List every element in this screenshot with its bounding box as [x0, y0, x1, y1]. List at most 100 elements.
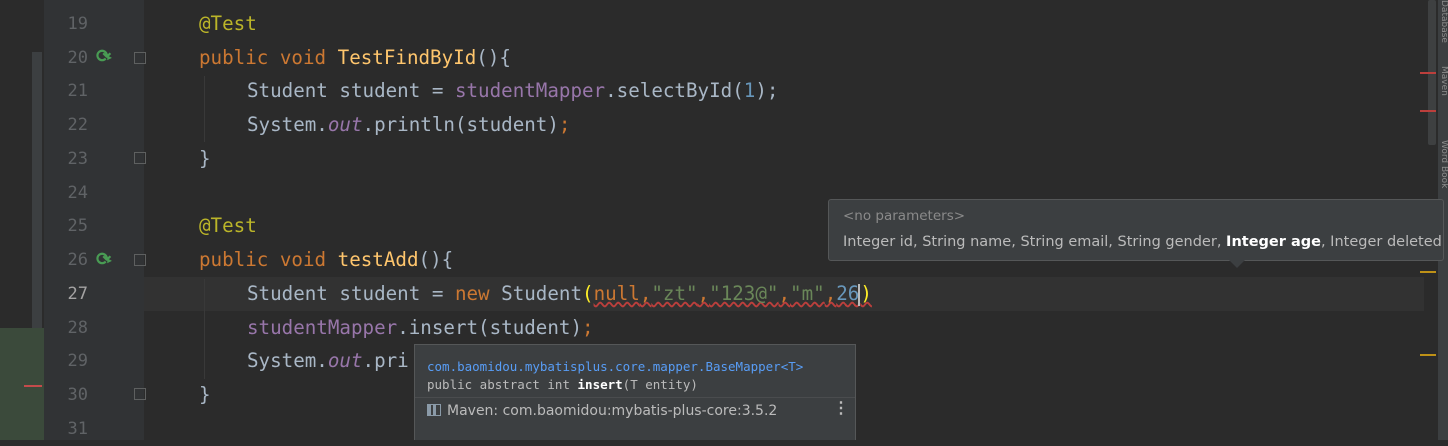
- line-number: 19: [67, 14, 88, 34]
- error-stripe-mark[interactable]: [1420, 110, 1436, 112]
- code-text: ;: [558, 113, 571, 136]
- matched-paren: ): [860, 282, 872, 305]
- line-number: 22: [67, 115, 88, 135]
- error-marker: [24, 385, 42, 387]
- doc-library: Maven: com.baomidou:mybatis-plus-core:3.…: [427, 403, 777, 419]
- tool-tab-database[interactable]: Database: [1439, 0, 1448, 43]
- line-number-current: 27: [67, 284, 88, 304]
- code-text: ,: [697, 282, 710, 305]
- code-text: System.: [247, 113, 328, 136]
- line-number: 26: [67, 250, 88, 270]
- param-hint: <no parameters>: [843, 208, 966, 224]
- field-ref: studentMapper: [454, 79, 606, 102]
- error-stripe-mark[interactable]: [1420, 72, 1436, 74]
- doc-signature-text: public abstract int: [427, 377, 578, 392]
- code-text: Student student =: [247, 79, 455, 102]
- tool-tab-maven[interactable]: Maven: [1439, 66, 1448, 96]
- library-icon: [427, 404, 441, 416]
- annotation: @Test: [199, 12, 257, 35]
- fold-marker-icon[interactable]: [134, 254, 146, 266]
- code-text: ,: [639, 282, 652, 305]
- keyword: void: [279, 248, 338, 271]
- code-line[interactable]: @Test: [199, 7, 257, 41]
- code-line[interactable]: }: [199, 378, 211, 412]
- code-line[interactable]: Student student = studentMapper.selectBy…: [247, 74, 778, 108]
- line-number: 31: [67, 419, 88, 439]
- indent-guide: [204, 279, 205, 379]
- line-number: 21: [67, 81, 88, 101]
- string-literal: "zt": [651, 282, 698, 305]
- keyword: void: [279, 46, 338, 69]
- line-number: 24: [67, 183, 88, 203]
- param-signature-text: , Integer deleted: [1320, 234, 1442, 250]
- indent-guide: [204, 76, 205, 142]
- code-text: ;: [582, 316, 594, 339]
- param-signature: Integer id, String name, String email, S…: [843, 234, 1442, 250]
- code-text: ,: [778, 282, 791, 305]
- doc-signature-text: (T entity): [622, 377, 698, 392]
- keyword: new: [454, 282, 502, 305]
- quick-documentation-popup: com.baomidou.mybatisplus.core.mapper.Bas…: [414, 344, 856, 440]
- method-name: TestFindById: [337, 46, 477, 69]
- matched-paren: (: [582, 282, 594, 305]
- string-literal: "m": [790, 282, 825, 305]
- field-ref: studentMapper: [247, 316, 398, 339]
- code-line-current[interactable]: Student student = new Student(null,"zt",…: [247, 277, 872, 311]
- code-text: ,: [824, 282, 837, 305]
- tool-tab-word-book[interactable]: Word Book: [1439, 140, 1448, 188]
- popup-arrow: [1229, 260, 1245, 268]
- doc-signature: public abstract int insert(T entity): [427, 377, 698, 392]
- keyword: public: [199, 248, 280, 271]
- run-test-icon[interactable]: ⟳: [96, 249, 113, 270]
- code-text: (){: [476, 46, 511, 69]
- parameter-info-popup: <no parameters> Integer id, String name,…: [828, 199, 1444, 268]
- line-number: 29: [67, 351, 88, 371]
- fold-marker-icon[interactable]: [134, 388, 146, 400]
- doc-method-name: insert: [577, 377, 623, 392]
- code-text: System.: [247, 349, 328, 372]
- warning-stripe-mark[interactable]: [1420, 354, 1436, 356]
- run-test-icon[interactable]: ⟳: [96, 46, 113, 67]
- fold-marker-icon[interactable]: [134, 52, 146, 64]
- code-text: (){: [418, 248, 454, 271]
- code-line[interactable]: public void TestFindById(){: [199, 41, 511, 75]
- code-text: .insert(student): [397, 316, 583, 339]
- left-tool-strip: [0, 0, 44, 440]
- doc-library-label: Maven: com.baomidou:mybatis-plus-core:3.…: [447, 403, 778, 419]
- param-signature-text: Integer id, String name, String email, S…: [843, 234, 1227, 250]
- line-number: 25: [67, 216, 88, 236]
- doc-divider: [415, 397, 855, 398]
- code-text: .selectById(: [605, 79, 744, 102]
- string-literal: "123@": [709, 282, 779, 305]
- code-text: );: [755, 79, 779, 102]
- field-ref: out: [327, 349, 363, 372]
- code-line[interactable]: studentMapper.insert(student);: [247, 311, 594, 345]
- code-text: Student student =: [247, 282, 455, 305]
- vcs-change-marker: [0, 328, 44, 440]
- code-line[interactable]: @Test: [199, 209, 257, 243]
- param-current: Integer age: [1226, 234, 1321, 250]
- field-ref: out: [327, 113, 363, 136]
- doc-class-link[interactable]: com.baomidou.mybatisplus.core.mapper.Bas…: [427, 359, 803, 374]
- code-text: .pri: [362, 349, 409, 372]
- code-line[interactable]: System.out.println(student);: [247, 108, 570, 142]
- code-line[interactable]: public void testAdd(){: [199, 243, 453, 277]
- annotation: @Test: [199, 214, 257, 237]
- code-text: .println(student): [362, 113, 559, 136]
- code-text: Student: [501, 282, 583, 305]
- line-number: 30: [67, 385, 88, 405]
- code-text: }: [199, 147, 211, 170]
- code-line[interactable]: System.out.pri: [247, 344, 409, 378]
- warning-stripe-mark[interactable]: [1420, 271, 1436, 273]
- more-options-icon[interactable]: ⋮: [833, 400, 849, 416]
- method-name: testAdd: [337, 248, 419, 271]
- number-literal: 1: [743, 79, 756, 102]
- line-number: 23: [67, 149, 88, 169]
- fold-marker-icon[interactable]: [134, 152, 146, 164]
- number-literal: 26: [836, 282, 860, 305]
- keyword: public: [199, 46, 280, 69]
- code-text: }: [199, 383, 211, 406]
- line-number: 28: [67, 318, 88, 338]
- code-line[interactable]: }: [199, 142, 211, 176]
- line-number: 20: [67, 48, 88, 68]
